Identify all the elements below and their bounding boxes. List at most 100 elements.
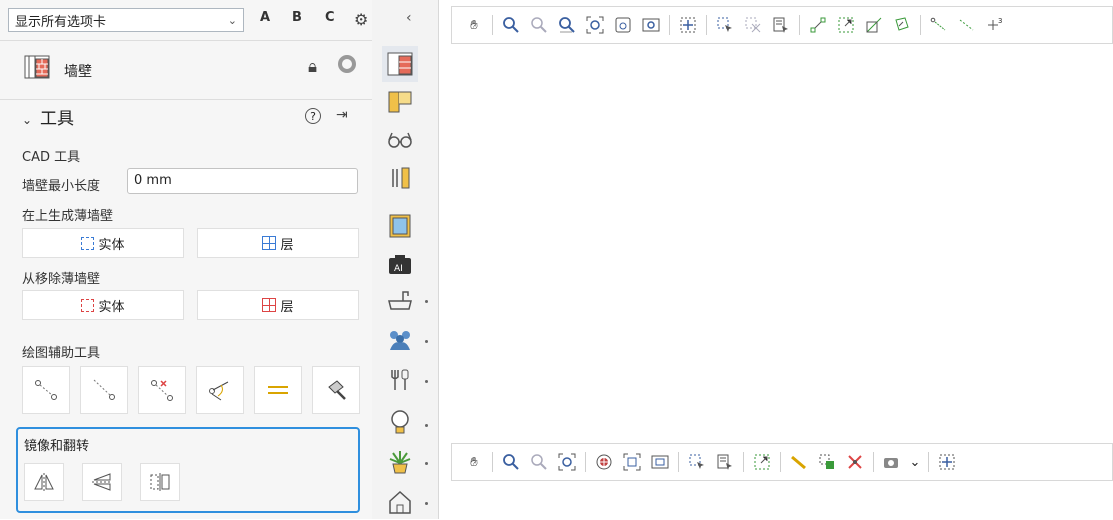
transform-icon[interactable] [890, 13, 914, 37]
strip-home-button[interactable] [382, 484, 418, 520]
target-icon[interactable] [338, 55, 356, 73]
picture-frame-icon [389, 214, 411, 238]
strip-wall-button[interactable] [382, 46, 418, 82]
letter-c-button[interactable]: C [325, 10, 335, 25]
gear-icon[interactable]: ⚙ [354, 10, 368, 29]
button-label: 层 [280, 299, 294, 315]
wall-icon [387, 52, 413, 76]
flip-button[interactable] [140, 463, 180, 501]
chevron-down-icon[interactable]: ⌄ [908, 450, 922, 474]
solid-icon [81, 298, 95, 312]
parallel-button[interactable] [254, 366, 302, 414]
deselect-icon[interactable] [741, 13, 765, 37]
delete-element-icon[interactable] [843, 450, 867, 474]
lock-icon[interactable]: 🔒︎ [308, 57, 317, 77]
target-zoom-icon[interactable] [676, 13, 700, 37]
strip-view-button[interactable] [382, 122, 418, 158]
toolbar-separator [799, 15, 800, 35]
coordinate-icon[interactable]: 3 [983, 13, 1007, 37]
resize-icon[interactable] [750, 450, 774, 474]
ai-camera-icon: AI [389, 255, 411, 274]
node-icon[interactable] [806, 13, 830, 37]
zoom-in-icon[interactable] [527, 450, 551, 474]
door-icon [388, 91, 412, 113]
more-dot [425, 340, 428, 343]
camera-icon[interactable] [880, 450, 904, 474]
select-list-icon[interactable] [769, 13, 793, 37]
zoom-window-icon[interactable] [639, 13, 663, 37]
svg-text:3: 3 [998, 17, 1002, 25]
strip-plants-button[interactable] [382, 444, 418, 480]
line-icon[interactable] [927, 13, 951, 37]
zoom-in-icon[interactable] [527, 13, 551, 37]
help-icon[interactable]: ? [305, 108, 321, 124]
category-strip: ‹ AI [372, 0, 439, 519]
letter-b-button[interactable]: B [292, 10, 302, 25]
dashed-line-icon[interactable] [955, 13, 979, 37]
mirror-flip-label: 镜像和翻转 [24, 439, 90, 454]
zoom-icon[interactable] [499, 13, 523, 37]
zoom-page-icon[interactable] [611, 13, 635, 37]
zoom-extents-icon[interactable] [583, 13, 607, 37]
strip-lighting-button[interactable] [382, 404, 418, 440]
measure-icon[interactable] [787, 450, 811, 474]
extend-line-button[interactable] [80, 366, 128, 414]
line-tool-button[interactable] [22, 366, 70, 414]
zoom-extents-icon[interactable] [555, 450, 579, 474]
edit-shape-icon[interactable] [862, 13, 886, 37]
tab-selector-dropdown[interactable]: 显示所有选项卡 ⌄ [8, 8, 244, 32]
exit-icon[interactable]: ⇥ [336, 107, 348, 123]
tab-selector-value: 显示所有选项卡 [15, 14, 107, 30]
zoom-selection-icon[interactable] [620, 450, 644, 474]
generate-solid-button[interactable]: 实体 [22, 228, 184, 258]
toolbar-separator [743, 452, 744, 472]
zoom-group-icon[interactable] [648, 450, 672, 474]
toolbar-separator [492, 15, 493, 35]
drawing-aids-label: 绘图辅助工具 [22, 346, 101, 361]
mirror-vertical-button[interactable] [82, 463, 122, 501]
strip-kitchen-button[interactable] [382, 362, 418, 398]
resize-icon[interactable] [834, 13, 858, 37]
hammer-tool-button[interactable] [312, 366, 360, 414]
plant-icon [389, 451, 411, 474]
remove-solid-button[interactable]: 实体 [22, 290, 184, 320]
letter-a-button[interactable]: A [260, 10, 270, 25]
zoom-out-icon[interactable] [555, 13, 579, 37]
select-icon[interactable] [685, 450, 709, 474]
hand-pan-icon[interactable]: ✋︎ [462, 13, 486, 37]
select-list-icon[interactable] [713, 450, 737, 474]
target-zoom-icon[interactable] [935, 450, 959, 474]
home-icon [389, 490, 411, 514]
generate-layer-button[interactable]: 层 [197, 228, 359, 258]
strip-tools-button[interactable] [382, 160, 418, 196]
angle-tool-button[interactable] [196, 366, 244, 414]
min-length-field[interactable]: 0 mm [127, 168, 358, 194]
strip-bathroom-button[interactable] [382, 282, 418, 318]
layer-icon [262, 236, 277, 250]
hand-pan-icon[interactable]: ✋︎ [462, 450, 486, 474]
select-icon[interactable] [713, 13, 737, 37]
zoom-icon[interactable] [499, 450, 523, 474]
more-dot [425, 300, 428, 303]
drawing-canvas[interactable]: ✋︎ 3 ✋︎ ⌄ [439, 0, 1113, 519]
target-icon[interactable] [592, 450, 616, 474]
mirror-vertical-icon [92, 473, 112, 491]
intersect-icon [151, 380, 173, 401]
svg-text:AI: AI [394, 264, 403, 274]
add-element-icon[interactable] [815, 450, 839, 474]
intersect-button[interactable] [138, 366, 186, 414]
strip-ai-camera-button[interactable]: AI [382, 246, 418, 282]
glasses-icon [388, 132, 412, 148]
solid-icon [81, 236, 95, 250]
strip-picture-button[interactable] [382, 208, 418, 244]
chevron-down-icon[interactable]: ⌄ [22, 113, 32, 127]
hammer-icon [328, 380, 346, 400]
collapse-left-icon[interactable]: ‹ [406, 10, 412, 26]
strip-door-button[interactable] [382, 84, 418, 120]
top-toolbar: ✋︎ 3 [451, 6, 1113, 44]
button-label: 层 [280, 237, 294, 253]
remove-layer-button[interactable]: 层 [197, 290, 359, 320]
strip-people-button[interactable] [382, 322, 418, 358]
more-dot [425, 380, 428, 383]
mirror-horizontal-button[interactable] [24, 463, 64, 501]
